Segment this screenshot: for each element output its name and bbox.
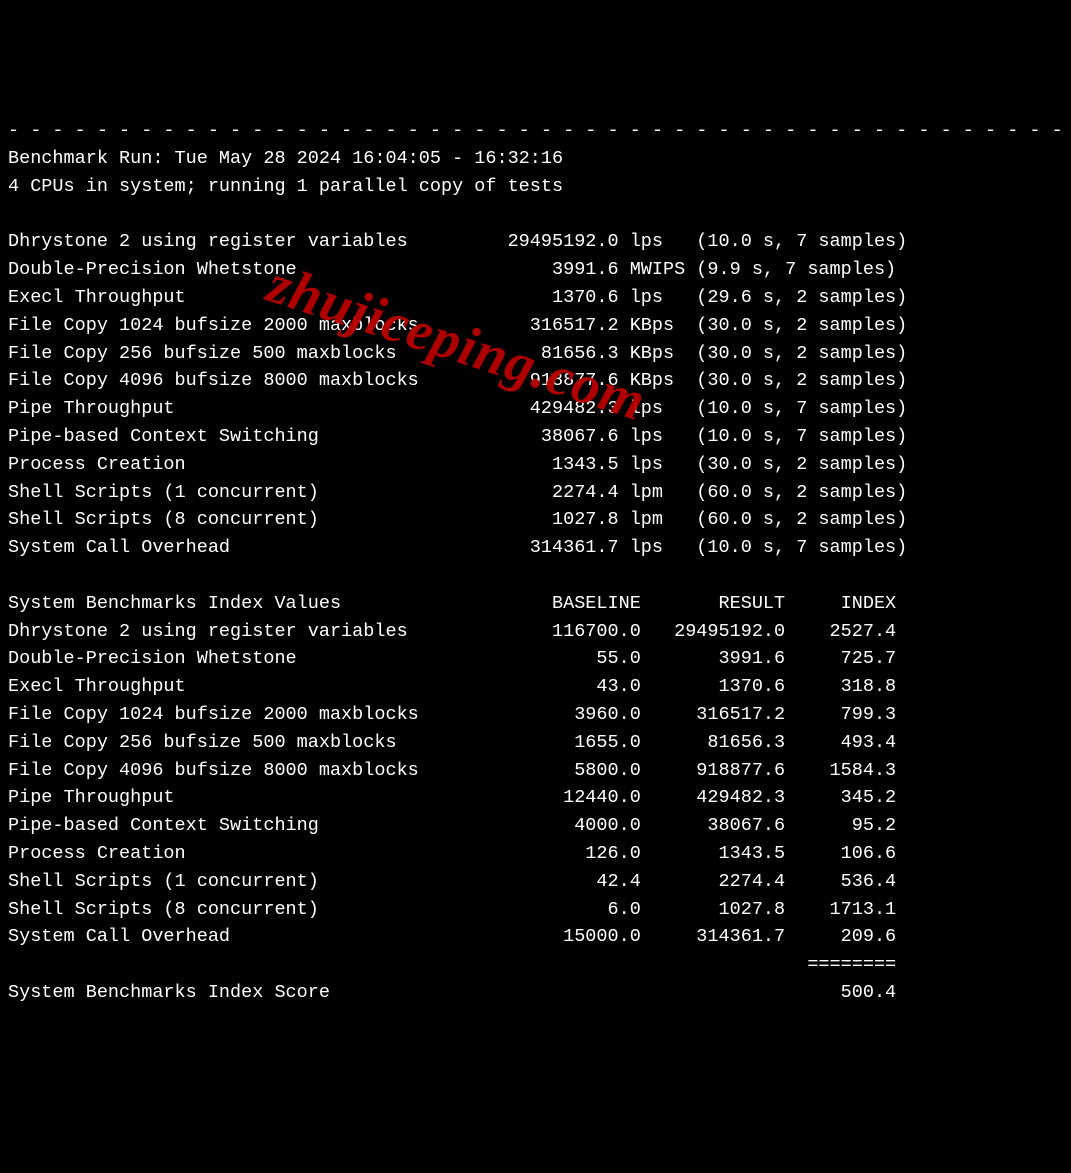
terminal-output: - - - - - - - - - - - - - - - - - - - - … xyxy=(8,117,1063,1007)
